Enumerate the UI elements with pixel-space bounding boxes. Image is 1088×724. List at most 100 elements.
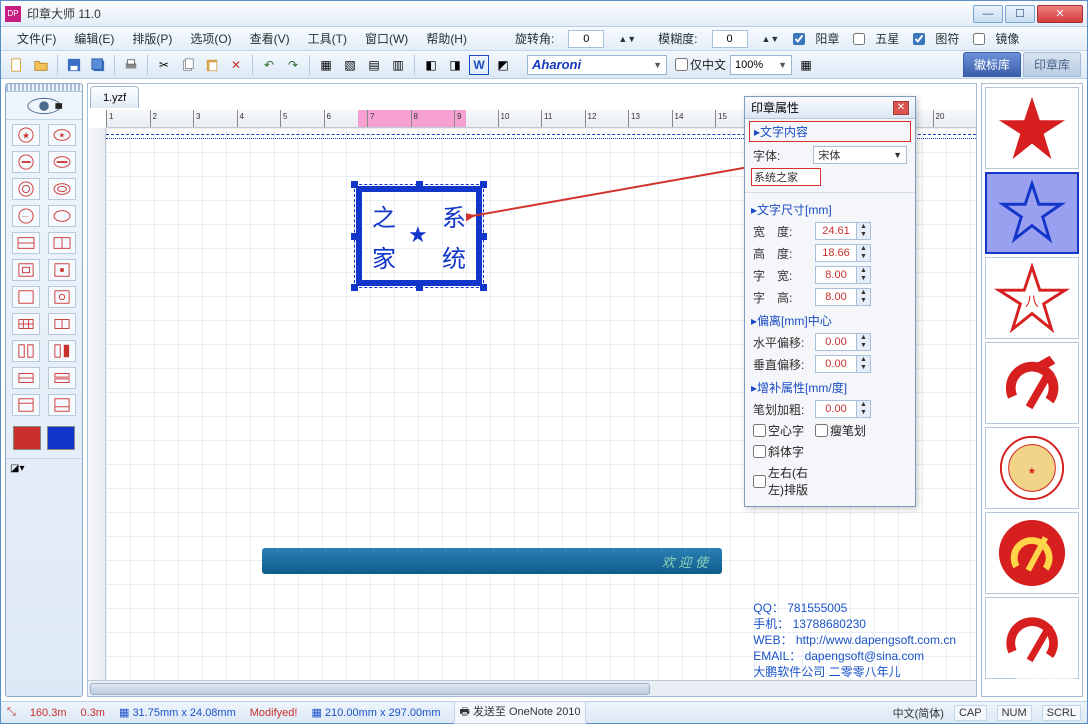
shape-d[interactable]: [48, 313, 76, 335]
tool-cut[interactable]: ✂: [154, 55, 174, 75]
badge-item[interactable]: [985, 512, 1079, 594]
shape-dots-circle[interactable]: ⋯: [12, 205, 40, 227]
tab-stamp-lib[interactable]: 印章库: [1023, 52, 1081, 77]
check-tufu[interactable]: [913, 33, 925, 45]
palette-footer[interactable]: ◪▾: [6, 458, 82, 478]
tool-f[interactable]: ◨: [445, 55, 465, 75]
shape-b[interactable]: [48, 286, 76, 308]
shape-g[interactable]: [12, 367, 40, 389]
menu-layout[interactable]: 排版(P): [124, 28, 180, 49]
shape-a[interactable]: [12, 286, 40, 308]
badge-item[interactable]: 八: [985, 257, 1079, 339]
badge-item[interactable]: [985, 87, 1079, 169]
tool-copy[interactable]: [178, 55, 198, 75]
section-extra[interactable]: ▸增补属性[mm/度]: [745, 375, 915, 398]
tool-g[interactable]: ◩: [493, 55, 513, 75]
font-select[interactable]: Aharoni▼: [527, 55, 667, 75]
select-font[interactable]: 宋体▼: [813, 146, 907, 164]
tool-delete[interactable]: ✕: [226, 55, 246, 75]
preview-eye[interactable]: [6, 92, 82, 120]
menu-help[interactable]: 帮助(H): [418, 28, 475, 49]
tool-saveall[interactable]: [88, 55, 108, 75]
input-text-content[interactable]: [751, 168, 821, 186]
spin-height[interactable]: 18.66▲▼: [815, 244, 871, 262]
maximize-button[interactable]: ☐: [1005, 5, 1035, 23]
shape-grid2[interactable]: [48, 232, 76, 254]
tool-d[interactable]: ▥: [388, 55, 408, 75]
shape-ring[interactable]: [12, 178, 40, 200]
properties-close[interactable]: ✕: [893, 101, 909, 115]
tool-print[interactable]: [121, 55, 141, 75]
spin-char-height[interactable]: 8.00▲▼: [815, 288, 871, 306]
shape-sq-dot[interactable]: [48, 259, 76, 281]
section-size[interactable]: ▸文字尺寸[mm]: [745, 197, 915, 220]
menu-tools[interactable]: 工具(T): [300, 28, 355, 49]
zoom-select[interactable]: 100%▼: [730, 55, 792, 75]
menu-window[interactable]: 窗口(W): [357, 28, 416, 49]
shape-f[interactable]: [48, 340, 76, 362]
tool-a[interactable]: ▦: [316, 55, 336, 75]
tool-save[interactable]: [64, 55, 84, 75]
spin-offset-x[interactable]: 0.00▲▼: [815, 333, 871, 351]
tool-open[interactable]: [31, 55, 51, 75]
shape-oval-star[interactable]: ★: [48, 124, 76, 146]
tool-c[interactable]: ▤: [364, 55, 384, 75]
close-button[interactable]: ✕: [1037, 5, 1083, 23]
tool-redo[interactable]: ↷: [283, 55, 303, 75]
section-text[interactable]: ▸文字内容: [749, 121, 911, 142]
tool-undo[interactable]: ↶: [259, 55, 279, 75]
rotate-input[interactable]: [568, 30, 604, 48]
minimize-button[interactable]: —: [973, 5, 1003, 23]
spin-width[interactable]: 24.61▲▼: [815, 222, 871, 240]
scrollbar-horizontal[interactable]: [88, 680, 976, 696]
shape-minus-oval[interactable]: [48, 151, 76, 173]
tool-b[interactable]: ▧: [340, 55, 360, 75]
tab-badge-lib[interactable]: 徽标库: [963, 52, 1021, 77]
tool-word[interactable]: W: [469, 55, 489, 75]
color-blue[interactable]: [47, 426, 75, 450]
shape-h[interactable]: [48, 367, 76, 389]
spin-stroke[interactable]: 0.00▲▼: [815, 400, 871, 418]
ruler-vertical[interactable]: [88, 128, 106, 680]
shape-i[interactable]: [12, 394, 40, 416]
palette-grip[interactable]: [6, 84, 82, 92]
check-rtl[interactable]: [753, 475, 766, 488]
check-italic[interactable]: [753, 445, 766, 458]
check-mirror[interactable]: [973, 33, 985, 45]
status-lang: 中文(简体): [893, 705, 944, 721]
shape-c[interactable]: [12, 313, 40, 335]
shape-oval-ring[interactable]: [48, 178, 76, 200]
shape-dots-oval[interactable]: [48, 205, 76, 227]
shape-grid1[interactable]: [12, 232, 40, 254]
badge-item[interactable]: [985, 172, 1079, 254]
status-send-onenote[interactable]: 🖶 发送至 OneNote 2010: [454, 701, 585, 724]
spin-char-width[interactable]: 8.00▲▼: [815, 266, 871, 284]
check-hollow[interactable]: [753, 424, 766, 437]
section-offset[interactable]: ▸偏离[mm]中心: [745, 308, 915, 331]
menu-file[interactable]: 文件(F): [9, 28, 64, 49]
check-yang[interactable]: [793, 33, 805, 45]
tool-new[interactable]: [7, 55, 27, 75]
shape-minus-circle[interactable]: [12, 151, 40, 173]
properties-titlebar[interactable]: 印章属性 ✕: [745, 97, 915, 119]
badge-item[interactable]: ★: [985, 427, 1079, 509]
blur-input[interactable]: [712, 30, 748, 48]
tool-h[interactable]: ▦: [796, 55, 816, 75]
menu-edit[interactable]: 编辑(E): [66, 28, 122, 49]
menu-view[interactable]: 查看(V): [242, 28, 298, 49]
shape-e[interactable]: [12, 340, 40, 362]
badge-item[interactable]: [985, 342, 1079, 424]
check-thin[interactable]: [815, 424, 828, 437]
tool-paste[interactable]: [202, 55, 222, 75]
document-tab[interactable]: 1.yzf: [90, 86, 139, 108]
menu-options[interactable]: 选项(O): [182, 28, 239, 49]
shape-j[interactable]: [48, 394, 76, 416]
shape-circle-star[interactable]: ★: [12, 124, 40, 146]
check-star[interactable]: [853, 33, 865, 45]
stamp-object[interactable]: 之 系 ★ 家 统: [356, 186, 482, 286]
color-red[interactable]: [13, 426, 41, 450]
tool-e[interactable]: ◧: [421, 55, 441, 75]
shape-sq-ring[interactable]: [12, 259, 40, 281]
spin-offset-y[interactable]: 0.00▲▼: [815, 355, 871, 373]
check-cn-only[interactable]: [675, 58, 688, 71]
